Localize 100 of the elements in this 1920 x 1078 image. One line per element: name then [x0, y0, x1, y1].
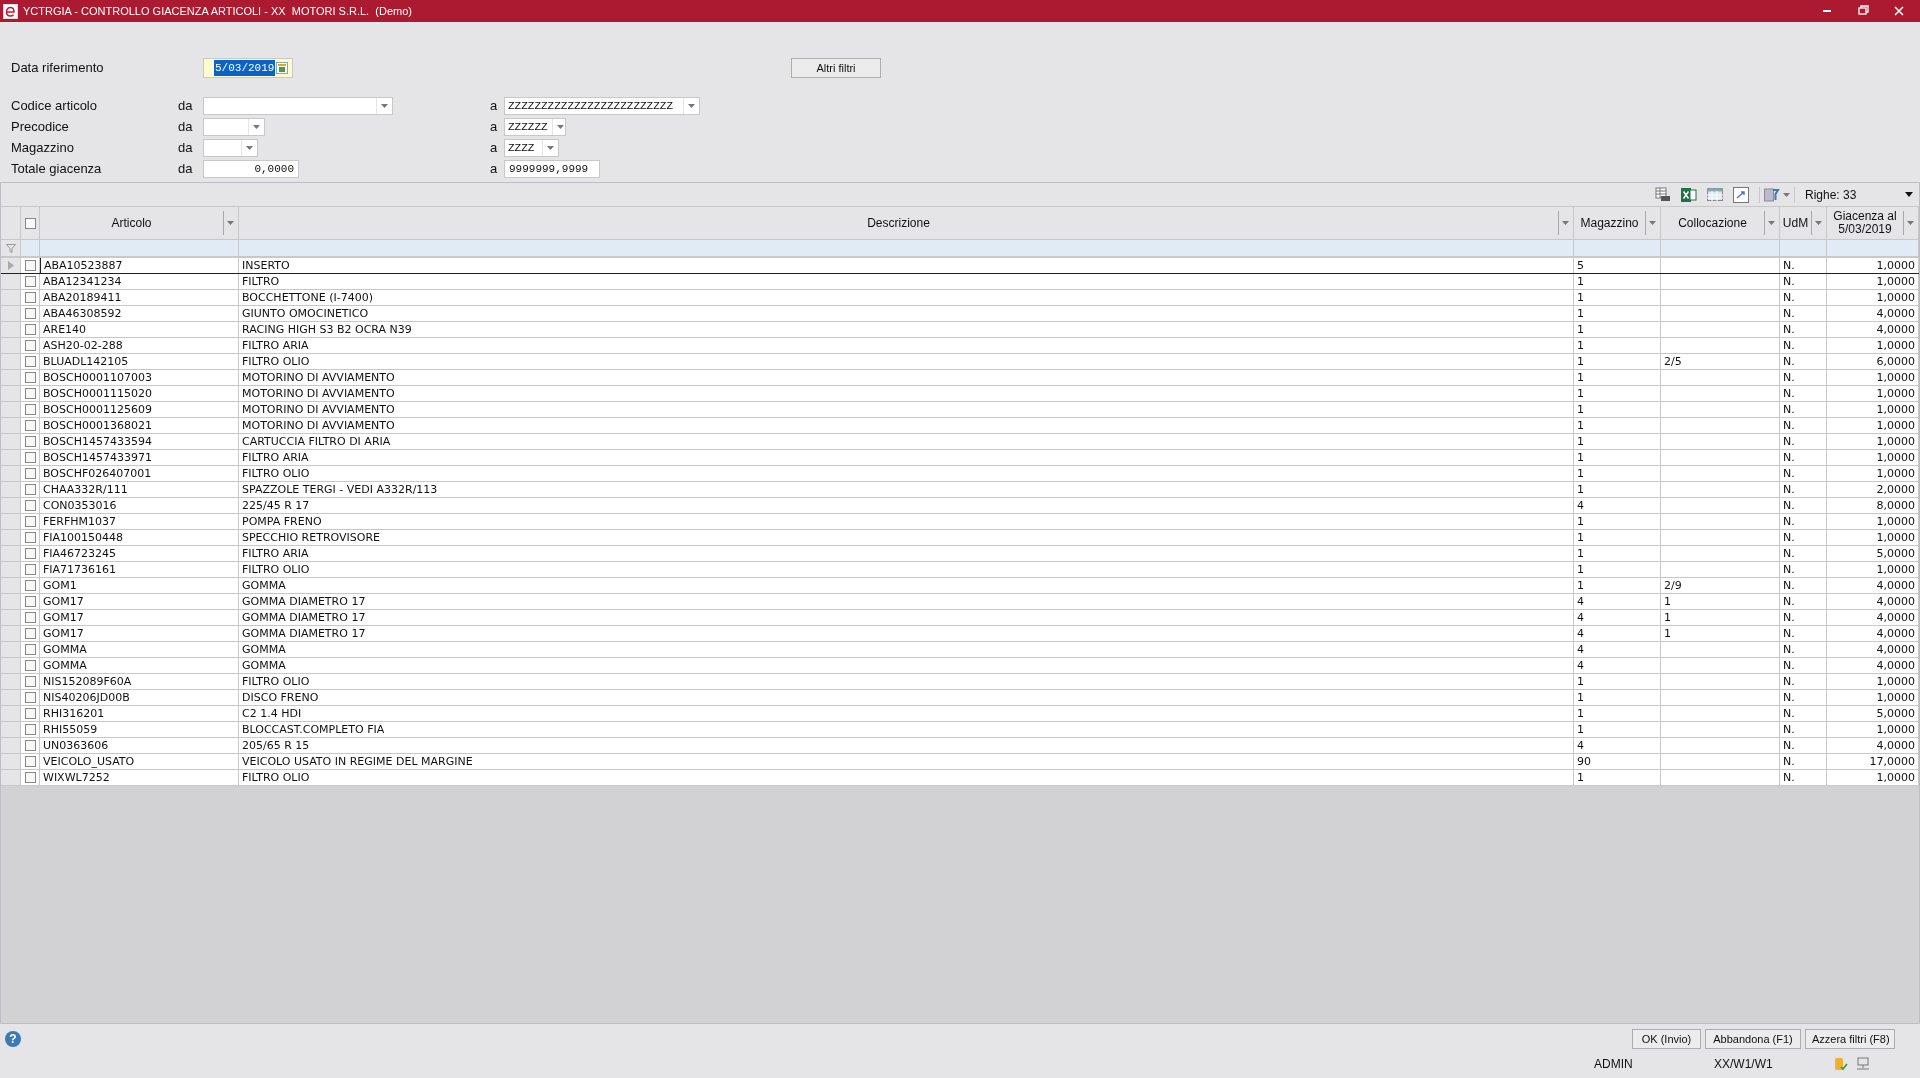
checkbox[interactable]	[24, 420, 36, 431]
refresh-layout-icon[interactable]	[1733, 186, 1749, 203]
checkbox[interactable]	[24, 772, 36, 783]
table-cell: 2/9	[1661, 578, 1780, 593]
checkbox[interactable]	[24, 660, 36, 671]
checkbox[interactable]	[24, 356, 36, 367]
table-cell: WIXWL7252	[40, 770, 239, 785]
excel-icon[interactable]	[1681, 186, 1697, 203]
table-cell: 4,0000	[1827, 578, 1919, 593]
dropdown-arrow-icon[interactable]	[1649, 221, 1656, 225]
number-field[interactable]: 0,0000	[203, 160, 299, 178]
dropdown-arrow-icon[interactable]	[1562, 221, 1569, 225]
checkbox[interactable]	[24, 404, 36, 415]
dropdown-arrow-icon[interactable]	[381, 104, 388, 108]
table-cell: GOM17	[40, 594, 239, 609]
checkbox[interactable]	[24, 612, 36, 623]
column-header[interactable]: Collocazione	[1661, 207, 1780, 239]
dropdown-arrow-icon[interactable]	[253, 125, 260, 129]
table-cell: FIA71736161	[40, 562, 239, 577]
checkbox[interactable]	[24, 217, 36, 229]
table-cell: FILTRO OLIO	[239, 770, 1574, 785]
checkbox[interactable]	[24, 580, 36, 591]
checkbox[interactable]	[24, 292, 36, 303]
checkbox[interactable]	[24, 276, 36, 287]
checkbox[interactable]	[24, 484, 36, 495]
filter-icon[interactable]	[5, 243, 16, 253]
checkbox[interactable]	[24, 372, 36, 383]
table-cell: ASH20-02-288	[40, 338, 239, 353]
checkbox[interactable]	[24, 596, 36, 607]
table-cell: FILTRO ARIA	[239, 338, 1574, 353]
table-cell: 1,0000	[1827, 290, 1919, 305]
table-cell: 4,0000	[1827, 594, 1919, 609]
footer-button[interactable]: Azzera filtri (F8)	[1805, 1029, 1895, 1049]
footer-button[interactable]: OK (Invio)	[1632, 1029, 1701, 1049]
dropdown-arrow-icon[interactable]	[1815, 221, 1822, 225]
table-cell: UN0363606	[40, 738, 239, 753]
table-cell: FILTRO OLIO	[239, 354, 1574, 369]
dropdown-arrow-icon[interactable]	[246, 146, 253, 150]
checkbox[interactable]	[24, 468, 36, 479]
table-cell: BLOCCAST.COMPLETO FIA	[239, 722, 1574, 737]
table-cell: N.	[1780, 546, 1827, 561]
checkbox[interactable]	[24, 756, 36, 767]
table-cell: GOM1	[40, 578, 239, 593]
table-cell: RACING HIGH S3 B2 OCRA N39	[239, 322, 1574, 337]
checkbox[interactable]	[24, 388, 36, 399]
help-icon[interactable]: ?	[5, 1031, 21, 1047]
checkbox[interactable]	[24, 308, 36, 319]
column-header[interactable]: Magazzino	[1574, 207, 1661, 239]
checkbox[interactable]	[24, 516, 36, 527]
checkbox[interactable]	[24, 740, 36, 751]
checkbox[interactable]	[24, 500, 36, 511]
dropdown-arrow-icon[interactable]	[1907, 221, 1914, 225]
caret-icon[interactable]	[1905, 192, 1913, 197]
checkbox[interactable]	[24, 452, 36, 463]
table-icon[interactable]	[1707, 187, 1723, 202]
dropdown-arrow-icon[interactable]	[556, 125, 564, 129]
table-cell: 1,0000	[1827, 370, 1919, 385]
checkbox[interactable]	[24, 564, 36, 575]
combo-field[interactable]: ZZZZZZ	[504, 118, 566, 136]
combo-field[interactable]	[203, 97, 393, 115]
checkbox[interactable]	[24, 708, 36, 719]
checkbox[interactable]	[24, 436, 36, 447]
other-filters-button[interactable]: Altri filtri	[791, 58, 881, 78]
print-grid-icon[interactable]	[1655, 186, 1671, 203]
checkbox[interactable]	[24, 644, 36, 655]
column-settings-icon[interactable]	[1764, 186, 1780, 203]
column-header[interactable]: Descrizione	[239, 207, 1574, 239]
calendar-icon[interactable]	[276, 62, 289, 74]
dropdown-arrow-icon[interactable]	[227, 221, 234, 225]
table-cell: N.	[1780, 498, 1827, 513]
row-header[interactable]	[1, 258, 21, 273]
checkbox[interactable]	[24, 340, 36, 351]
footer-button[interactable]: Abbandona (F1)	[1705, 1029, 1801, 1049]
combo-field[interactable]: ZZZZZZZZZZZZZZZZZZZZZZZZZ	[504, 97, 700, 115]
checkbox[interactable]	[24, 548, 36, 559]
table-cell: GOMMA DIAMETRO 17	[239, 610, 1574, 625]
date-field[interactable]: 5/03/2019	[203, 58, 293, 78]
rows-count-dropdown[interactable]: Righe: 33	[1805, 185, 1913, 204]
checkbox[interactable]	[24, 676, 36, 687]
column-header[interactable]: Giacenza al 5/03/2019	[1827, 207, 1919, 239]
column-header[interactable]: Articolo	[40, 207, 239, 239]
column-header[interactable]: UdM	[1780, 207, 1827, 239]
checkbox[interactable]	[24, 628, 36, 639]
combo-field[interactable]	[203, 139, 258, 157]
dropdown-arrow-icon[interactable]	[688, 104, 695, 108]
table-cell: 4	[1574, 610, 1661, 625]
checkbox[interactable]	[24, 260, 36, 271]
combo-field[interactable]: ZZZZ	[504, 139, 559, 157]
dropdown-arrow-icon[interactable]	[547, 146, 554, 150]
combo-field[interactable]	[203, 118, 265, 136]
checkbox[interactable]	[24, 324, 36, 335]
table-cell: N.	[1780, 370, 1827, 385]
checkbox[interactable]	[24, 724, 36, 735]
table-cell: 1	[1574, 562, 1661, 577]
table-cell: 1,0000	[1827, 386, 1919, 401]
window-title: YCTRGIA - CONTROLLO GIACENZA ARTICOLI - XX MOTORI S.R.L. (Demo)	[23, 3, 413, 19]
dropdown-arrow-icon[interactable]	[1768, 221, 1775, 225]
checkbox[interactable]	[24, 692, 36, 703]
checkbox[interactable]	[24, 532, 36, 543]
number-field[interactable]: 9999999,9999	[504, 160, 600, 178]
